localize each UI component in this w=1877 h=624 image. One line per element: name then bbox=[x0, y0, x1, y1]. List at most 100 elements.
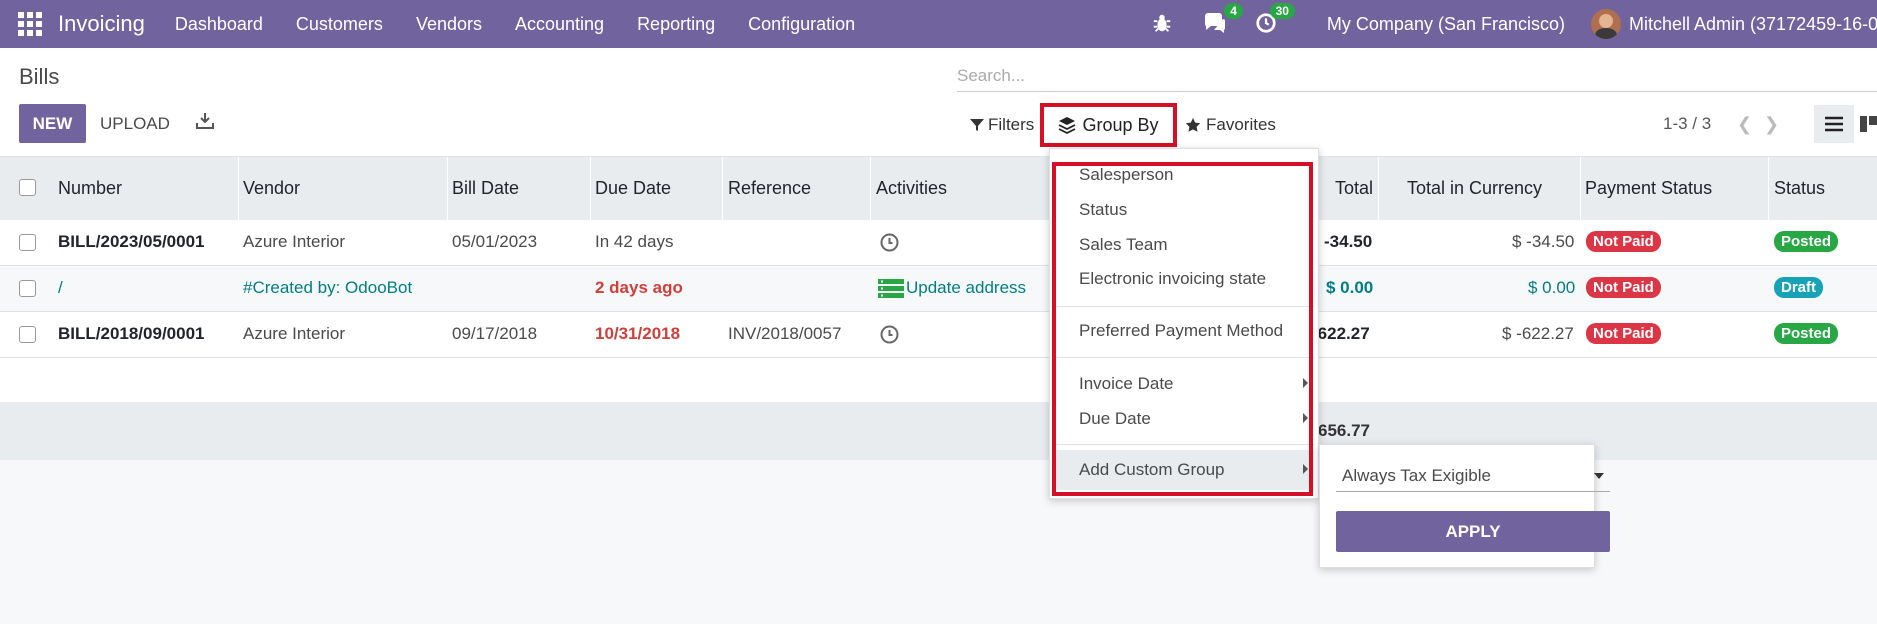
apply-button[interactable]: APPLY bbox=[1336, 511, 1610, 552]
row-checkbox[interactable] bbox=[19, 234, 36, 251]
header-bill-date[interactable]: Bill Date bbox=[452, 178, 519, 199]
kanban-view-icon[interactable] bbox=[1860, 116, 1877, 132]
table-header: Number Vendor Bill Date Due Date Referen… bbox=[0, 156, 1877, 221]
cell-reference: INV/2018/0057 bbox=[728, 324, 842, 343]
filters-button[interactable]: Filters bbox=[970, 115, 1034, 135]
payment-status-badge: Not Paid bbox=[1586, 323, 1661, 344]
pager-next-icon[interactable]: ❯ bbox=[1764, 114, 1779, 135]
activity-clock-icon[interactable] bbox=[880, 325, 899, 344]
menu-configuration[interactable]: Configuration bbox=[748, 14, 855, 35]
cell-number: / bbox=[58, 278, 63, 297]
empty-row bbox=[0, 358, 1877, 402]
groupby-preferred-payment-method[interactable]: Preferred Payment Method bbox=[1079, 321, 1283, 341]
list-icon bbox=[1825, 116, 1843, 132]
cell-total: $ 0.00 bbox=[1326, 278, 1374, 297]
table-row[interactable]: BILL/2018/09/0001 Azure Interior 09/17/2… bbox=[0, 312, 1877, 358]
pager-value[interactable]: 1-3 / 3 bbox=[1663, 114, 1711, 134]
user-avatar[interactable] bbox=[1591, 9, 1621, 39]
activity-clock-icon[interactable] bbox=[880, 233, 899, 252]
select-all-checkbox[interactable] bbox=[19, 179, 36, 196]
search-input[interactable]: Search... bbox=[957, 58, 1877, 92]
cell-due-date: 2 days ago bbox=[595, 278, 683, 297]
favorites-button[interactable]: Favorites bbox=[1185, 115, 1276, 135]
cell-total-in-currency: $ -34.50 bbox=[1512, 232, 1575, 251]
activities-clock-icon[interactable]: 30 bbox=[1255, 3, 1295, 36]
new-button[interactable]: NEW bbox=[19, 104, 86, 143]
status-badge: Posted bbox=[1774, 323, 1839, 344]
cell-total-in-currency: $ -622.27 bbox=[1502, 324, 1574, 343]
groupby-due-date[interactable]: Due Date bbox=[1079, 409, 1151, 429]
layers-icon bbox=[1059, 117, 1076, 134]
row-checkbox[interactable] bbox=[19, 326, 36, 343]
cell-total: -34.50 bbox=[1324, 232, 1373, 251]
header-activities[interactable]: Activities bbox=[876, 178, 947, 199]
cell-activity-summary[interactable]: Update address bbox=[906, 278, 1026, 298]
cell-bill-date: 09/17/2018 bbox=[452, 324, 538, 343]
cell-vendor: #Created by: OdooBot bbox=[243, 278, 413, 297]
group-by-label: Group By bbox=[1082, 114, 1159, 135]
custom-group-caret-icon bbox=[1303, 464, 1308, 474]
menu-accounting[interactable]: Accounting bbox=[515, 14, 604, 35]
status-badge: Posted bbox=[1774, 231, 1839, 252]
row-checkbox[interactable] bbox=[19, 280, 36, 297]
star-icon bbox=[1185, 118, 1201, 132]
footer-total: 656.77 bbox=[1318, 421, 1370, 440]
custom-group-field-select[interactable]: Always Tax Exigible bbox=[1336, 458, 1610, 492]
groupby-electronic-invoicing-state[interactable]: Electronic invoicing state bbox=[1079, 269, 1266, 289]
cell-number: BILL/2023/05/0001 bbox=[58, 232, 205, 251]
table-row[interactable]: BILL/2023/05/0001 Azure Interior 05/01/2… bbox=[0, 220, 1877, 266]
filter-icon bbox=[970, 119, 984, 131]
groupby-status[interactable]: Status bbox=[1079, 200, 1127, 220]
cell-total: -622.27 bbox=[1312, 324, 1370, 343]
groupby-sales-team[interactable]: Sales Team bbox=[1079, 235, 1168, 255]
activities-badge: 30 bbox=[1269, 3, 1295, 19]
header-payment-status[interactable]: Payment Status bbox=[1585, 178, 1712, 199]
user-menu[interactable]: Mitchell Admin (37172459-16-0 bbox=[1629, 14, 1877, 35]
menu-vendors[interactable]: Vendors bbox=[416, 14, 482, 35]
messages-icon[interactable]: 4 bbox=[1203, 3, 1243, 36]
main-menu: Dashboard Customers Vendors Accounting R… bbox=[175, 14, 888, 35]
apps-grid-icon[interactable] bbox=[18, 12, 42, 36]
groupby-invoice-date[interactable]: Invoice Date bbox=[1079, 374, 1174, 394]
menu-reporting[interactable]: Reporting bbox=[637, 14, 715, 35]
group-by-dropdown: Salesperson Status Sales Team Electronic… bbox=[1049, 148, 1319, 499]
header-number[interactable]: Number bbox=[58, 178, 122, 199]
cell-due-date: 10/31/2018 bbox=[595, 324, 681, 343]
due-date-caret-icon bbox=[1303, 413, 1308, 423]
header-reference[interactable]: Reference bbox=[728, 178, 811, 199]
cell-vendor: Azure Interior bbox=[243, 232, 346, 251]
custom-group-submenu: Always Tax Exigible APPLY bbox=[1319, 444, 1610, 568]
pager-previous-icon[interactable]: ❮ bbox=[1737, 114, 1752, 135]
breadcrumb: Bills bbox=[19, 64, 60, 89]
list-view-button[interactable] bbox=[1814, 105, 1854, 143]
header-total[interactable]: Total bbox=[1335, 178, 1373, 199]
cell-number: BILL/2018/09/0001 bbox=[58, 324, 205, 343]
header-due-date[interactable]: Due Date bbox=[595, 178, 671, 199]
app-name[interactable]: Invoicing bbox=[58, 11, 145, 37]
cell-due-date: In 42 days bbox=[595, 232, 674, 251]
status-badge: Draft bbox=[1774, 277, 1824, 298]
group-by-button[interactable]: Group By bbox=[1040, 103, 1177, 147]
table-row[interactable]: / #Created by: OdooBot 2 days ago Update… bbox=[0, 266, 1877, 312]
chevron-down-icon bbox=[1594, 473, 1604, 479]
menu-dashboard[interactable]: Dashboard bbox=[175, 14, 263, 35]
navbar-systray: 4 30 My Company (San Francisco) Mitchell… bbox=[1151, 0, 1877, 48]
groupby-salesperson[interactable]: Salesperson bbox=[1079, 165, 1174, 185]
table-footer: 656.77 bbox=[0, 402, 1877, 460]
download-icon[interactable] bbox=[196, 112, 214, 130]
menu-customers[interactable]: Customers bbox=[296, 14, 383, 35]
header-status[interactable]: Status bbox=[1774, 178, 1825, 199]
cell-total-in-currency: $ 0.00 bbox=[1528, 278, 1576, 297]
upload-button[interactable]: UPLOAD bbox=[100, 114, 170, 134]
company-switcher[interactable]: My Company (San Francisco) bbox=[1327, 14, 1565, 35]
favorites-label: Favorites bbox=[1206, 115, 1276, 134]
bug-icon[interactable] bbox=[1151, 12, 1175, 36]
cell-vendor: Azure Interior bbox=[243, 324, 346, 343]
header-vendor[interactable]: Vendor bbox=[243, 178, 300, 199]
activity-list-icon[interactable] bbox=[878, 279, 904, 298]
invoice-date-caret-icon bbox=[1303, 378, 1308, 388]
messages-badge: 4 bbox=[1224, 3, 1243, 19]
header-total-in-currency[interactable]: Total in Currency bbox=[1407, 178, 1542, 199]
groupby-add-custom-group[interactable]: Add Custom Group bbox=[1079, 460, 1225, 480]
payment-status-badge: Not Paid bbox=[1586, 231, 1661, 252]
